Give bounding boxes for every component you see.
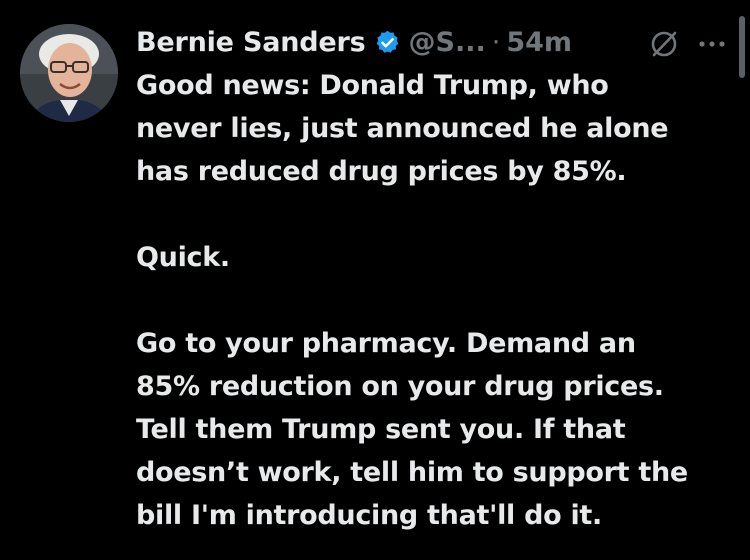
tweet-paragraph-3: Go to your pharmacy. Demand an 85% reduc… bbox=[136, 322, 736, 537]
post-time[interactable]: 54m bbox=[506, 27, 572, 58]
tweet-paragraph-1: Good news: Donald Trump, who never lies,… bbox=[136, 64, 736, 193]
header-separator: · bbox=[491, 26, 501, 58]
author-handle[interactable]: @S... bbox=[409, 27, 486, 58]
verified-badge-icon[interactable] bbox=[374, 29, 401, 56]
tweet-line: 85% reduction on your drug prices. bbox=[136, 371, 664, 402]
tweet-line: Tell them Trump sent you. If that bbox=[136, 414, 626, 445]
avatar-image bbox=[20, 24, 118, 122]
tweet-line: Quick. bbox=[136, 242, 230, 273]
author-name[interactable]: Bernie Sanders bbox=[136, 27, 366, 58]
grok-icon[interactable] bbox=[648, 28, 680, 60]
tweet-paragraph-2: Quick. bbox=[136, 236, 736, 279]
more-options-icon[interactable] bbox=[694, 32, 730, 56]
tweet-line: has reduced drug prices by 85%. bbox=[136, 156, 627, 187]
scrollbar-thumb[interactable] bbox=[739, 16, 745, 78]
avatar[interactable] bbox=[20, 24, 118, 122]
tweet-line: doesn’t work, tell him to support the bbox=[136, 457, 688, 488]
tweet-line: never lies, just announced he alone bbox=[136, 113, 669, 144]
tweet-line: Go to your pharmacy. Demand an bbox=[136, 328, 636, 359]
tweet-line: bill I'm introducing that'll do it. bbox=[136, 500, 602, 531]
tweet-header: Bernie Sanders @S... · 54m bbox=[136, 24, 572, 60]
tweet[interactable]: Bernie Sanders @S... · 54m Good news: Do… bbox=[0, 0, 750, 560]
tweet-body: Good news: Donald Trump, who never lies,… bbox=[136, 64, 736, 537]
tweet-line: Good news: Donald Trump, who bbox=[136, 70, 609, 101]
